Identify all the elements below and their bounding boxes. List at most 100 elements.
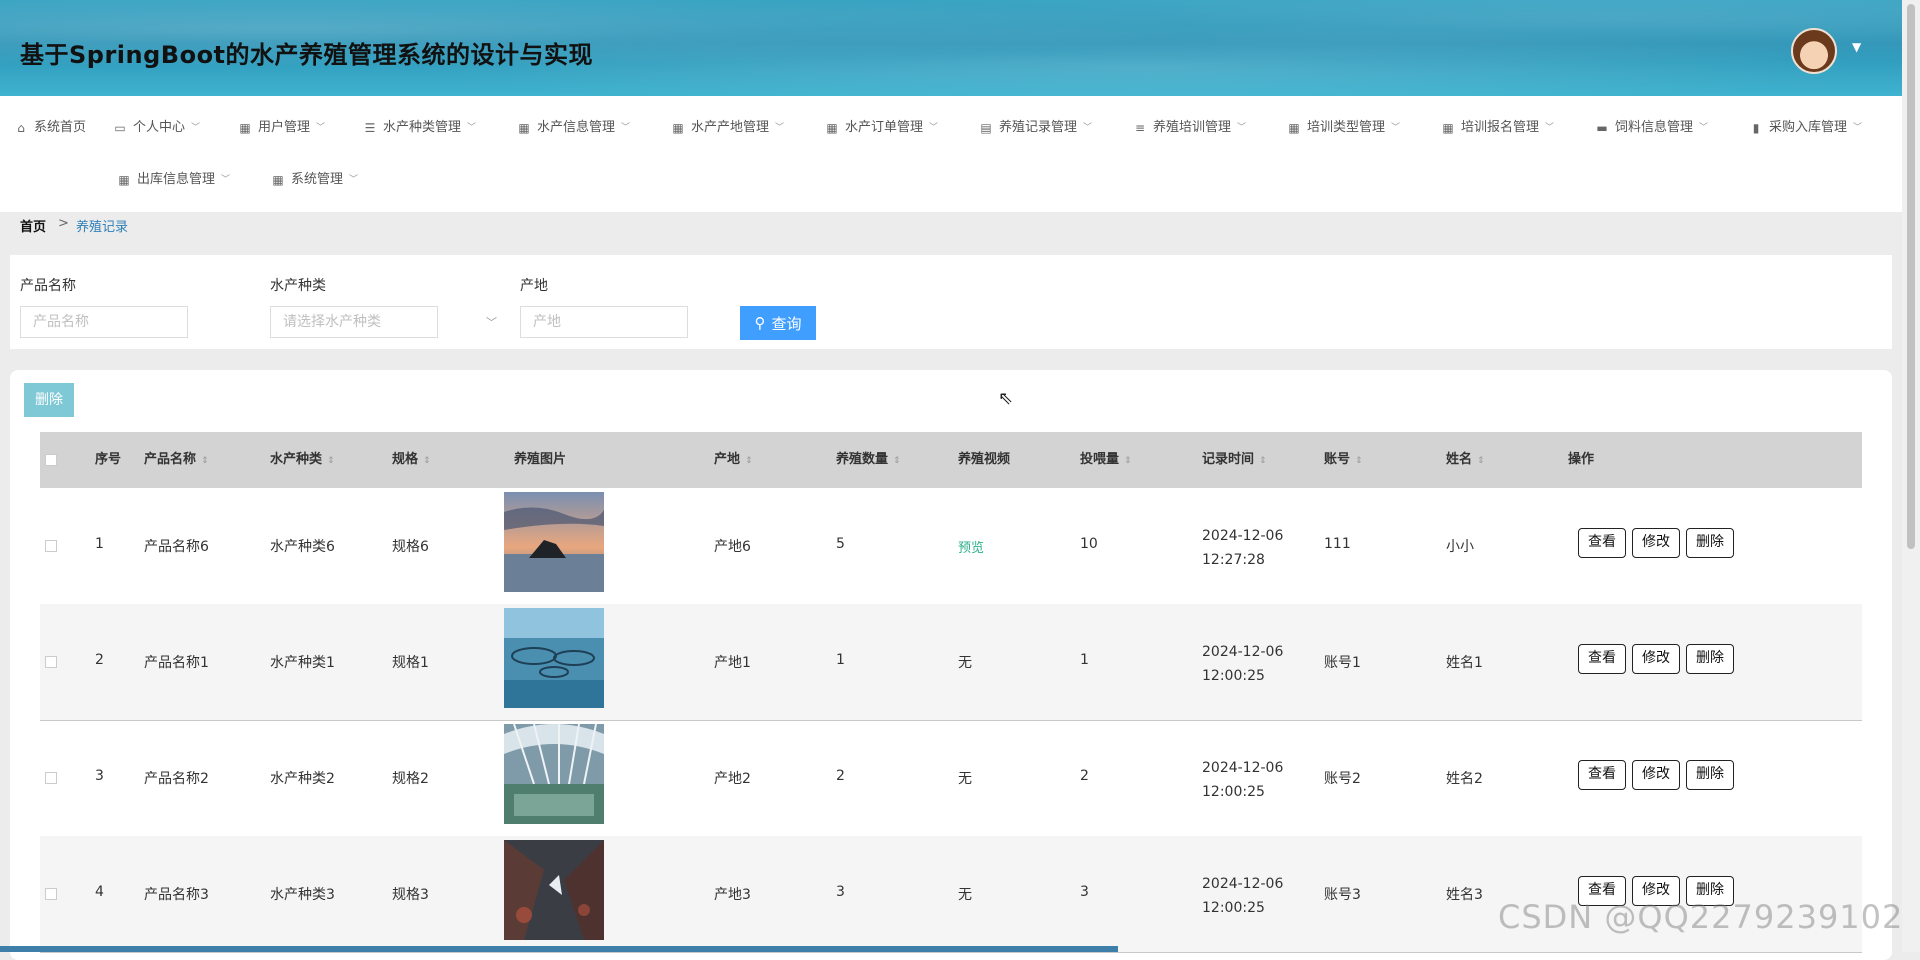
col-image: 养殖图片	[514, 452, 567, 467]
col-name-label: 姓名	[1446, 452, 1473, 467]
chevron-down-icon: ﹀	[221, 175, 231, 185]
grid-icon: ▦	[1288, 121, 1300, 135]
sort-icon[interactable]: ⇕	[201, 456, 209, 466]
grid-icon: ▦	[826, 121, 838, 135]
home-icon: ⌂	[17, 121, 25, 135]
query-button[interactable]: ⚲ 查询	[740, 306, 816, 340]
edit-button[interactable]: 修改	[1632, 528, 1680, 558]
app-header: 基于SpringBoot的水产养殖管理系统的设计与实现 ▼	[0, 0, 1902, 96]
col-time[interactable]: 记录时间 ⇕	[1202, 432, 1267, 488]
row-actions: 查看 修改 删除	[1578, 760, 1734, 790]
delete-button[interactable]: 删除	[1686, 528, 1734, 558]
nav-item-training-types[interactable]: ▦ 培训类型管理 ﹀	[1287, 116, 1400, 140]
cell-time: 2024-12-06 12:27:28	[1202, 528, 1284, 568]
cell-name: 姓名3	[1446, 887, 1483, 903]
nav-item-outbound[interactable]: ▦ 出库信息管理 ﹀	[117, 168, 230, 192]
view-button[interactable]: 查看	[1578, 644, 1626, 674]
nav-item-training-signup[interactable]: ▦ 培训报名管理 ﹀	[1441, 116, 1554, 140]
scrollbar-thumb[interactable]	[1907, 4, 1915, 549]
row-checkbox[interactable]	[45, 888, 57, 900]
nav-item-training[interactable]: ≡ 养殖培训管理 ﹀	[1133, 116, 1246, 140]
sort-icon[interactable]: ⇕	[1259, 456, 1267, 466]
product-name-input[interactable]: 产品名称	[20, 306, 188, 338]
chevron-down-icon: ﹀	[1237, 123, 1247, 133]
nav-item-species[interactable]: ☰ 水产种类管理 ﹀	[363, 116, 476, 140]
origin-input[interactable]: 产地	[520, 306, 688, 338]
col-origin[interactable]: 产地 ⇕	[714, 432, 753, 488]
col-account[interactable]: 账号 ⇕	[1324, 432, 1363, 488]
nav-item-orders[interactable]: ▦ 水产订单管理 ﹀	[825, 116, 938, 140]
cell-species: 水产种类1	[270, 655, 335, 671]
col-name[interactable]: 姓名 ⇕	[1446, 432, 1485, 488]
cell-feed: 1	[1080, 652, 1089, 668]
sort-icon[interactable]: ⇕	[1477, 456, 1485, 466]
grid-icon: ▦	[672, 121, 684, 135]
nav-label: 水产种类管理	[383, 120, 462, 135]
sort-icon[interactable]: ⇕	[423, 456, 431, 466]
col-species[interactable]: 水产种类 ⇕	[270, 432, 335, 488]
batch-delete-button[interactable]: 删除	[24, 383, 74, 417]
chevron-down-icon: ﹀	[349, 175, 359, 185]
grid-icon: ▦	[272, 173, 284, 187]
nav-item-breeding-records[interactable]: ▤ 养殖记录管理 ﹀	[979, 116, 1092, 140]
nav-item-feed[interactable]: ▬ 饲料信息管理 ﹀	[1595, 116, 1708, 140]
nav-item-aquatic-info[interactable]: ▦ 水产信息管理 ﹀	[517, 116, 630, 140]
view-button[interactable]: 查看	[1578, 528, 1626, 558]
sort-icon[interactable]: ⇕	[893, 456, 901, 466]
nav-item-home[interactable]: ⌂ 系统首页	[14, 116, 86, 140]
cell-account: 账号1	[1324, 655, 1361, 671]
nav-item-users[interactable]: ▦ 用户管理 ﹀	[238, 116, 325, 140]
breadcrumb-home[interactable]: 首页	[20, 216, 46, 235]
video-preview-link[interactable]: 预览	[958, 537, 984, 556]
origin-label: 产地	[520, 278, 548, 294]
cell-no: 4	[95, 884, 104, 900]
col-qty[interactable]: 养殖数量 ⇕	[836, 432, 901, 488]
select-all-checkbox[interactable]	[45, 454, 57, 466]
view-button[interactable]: 查看	[1578, 760, 1626, 790]
col-feed[interactable]: 投喂量 ⇕	[1080, 432, 1132, 488]
vertical-scrollbar[interactable]	[1902, 0, 1920, 952]
chevron-down-icon[interactable]: ▼	[1852, 40, 1861, 54]
table-row: 2 产品名称1 水产种类1 规格1 产地1 1 无 1 2024-12-06 1…	[40, 604, 1862, 721]
species-select[interactable]: 请选择水产种类	[270, 306, 438, 338]
row-checkbox[interactable]	[45, 772, 57, 784]
user-avatar[interactable]	[1791, 28, 1837, 74]
edit-button[interactable]: 修改	[1632, 760, 1680, 790]
chevron-down-icon: ﹀	[621, 123, 631, 133]
cell-no: 3	[95, 768, 104, 784]
row-checkbox[interactable]	[45, 656, 57, 668]
sort-icon[interactable]: ⇕	[745, 456, 753, 466]
chevron-down-icon: ﹀	[191, 123, 201, 133]
col-spec[interactable]: 规格 ⇕	[392, 432, 431, 488]
col-product[interactable]: 产品名称 ⇕	[144, 432, 209, 488]
nav-item-profile[interactable]: ▭ 个人中心 ﹀	[113, 116, 200, 140]
nav-label: 水产产地管理	[691, 120, 770, 135]
nav-item-system[interactable]: ▦ 系统管理 ﹀	[271, 168, 358, 192]
row-checkbox[interactable]	[45, 540, 57, 552]
col-qty-label: 养殖数量	[836, 452, 889, 467]
breeding-image[interactable]	[504, 492, 604, 592]
breeding-image[interactable]	[504, 724, 604, 824]
breeding-image[interactable]	[504, 840, 604, 940]
chevron-down-icon: ﹀	[1545, 123, 1555, 133]
sort-icon[interactable]: ⇕	[1124, 456, 1132, 466]
delete-button[interactable]: 删除	[1686, 760, 1734, 790]
table-header: 序号 产品名称 ⇕ 水产种类 ⇕ 规格 ⇕ 养殖图片 产地 ⇕ 养殖数量 ⇕ 养殖视频 投…	[40, 432, 1862, 488]
cell-species: 水产种类2	[270, 771, 335, 787]
nav-item-origin[interactable]: ▦ 水产产地管理 ﹀	[671, 116, 784, 140]
chevron-down-icon[interactable]: ﹀	[486, 314, 497, 330]
delete-button[interactable]: 删除	[1686, 644, 1734, 674]
col-species-label: 水产种类	[270, 452, 323, 467]
sort-icon[interactable]: ⇕	[327, 456, 335, 466]
edit-button[interactable]: 修改	[1632, 644, 1680, 674]
cell-account: 111	[1324, 536, 1351, 552]
chevron-down-icon: ﹀	[1699, 123, 1709, 133]
breeding-image[interactable]	[504, 608, 604, 708]
briefcase-icon: ▬	[1596, 121, 1608, 135]
grid-icon: ▦	[239, 121, 251, 135]
sort-icon[interactable]: ⇕	[1355, 456, 1363, 466]
nav-label: 系统首页	[34, 120, 87, 135]
nav-item-purchase[interactable]: ▮ 采购入库管理 ﹀	[1749, 116, 1862, 140]
col-product-label: 产品名称	[144, 452, 197, 467]
grid-icon: ▦	[118, 173, 130, 187]
